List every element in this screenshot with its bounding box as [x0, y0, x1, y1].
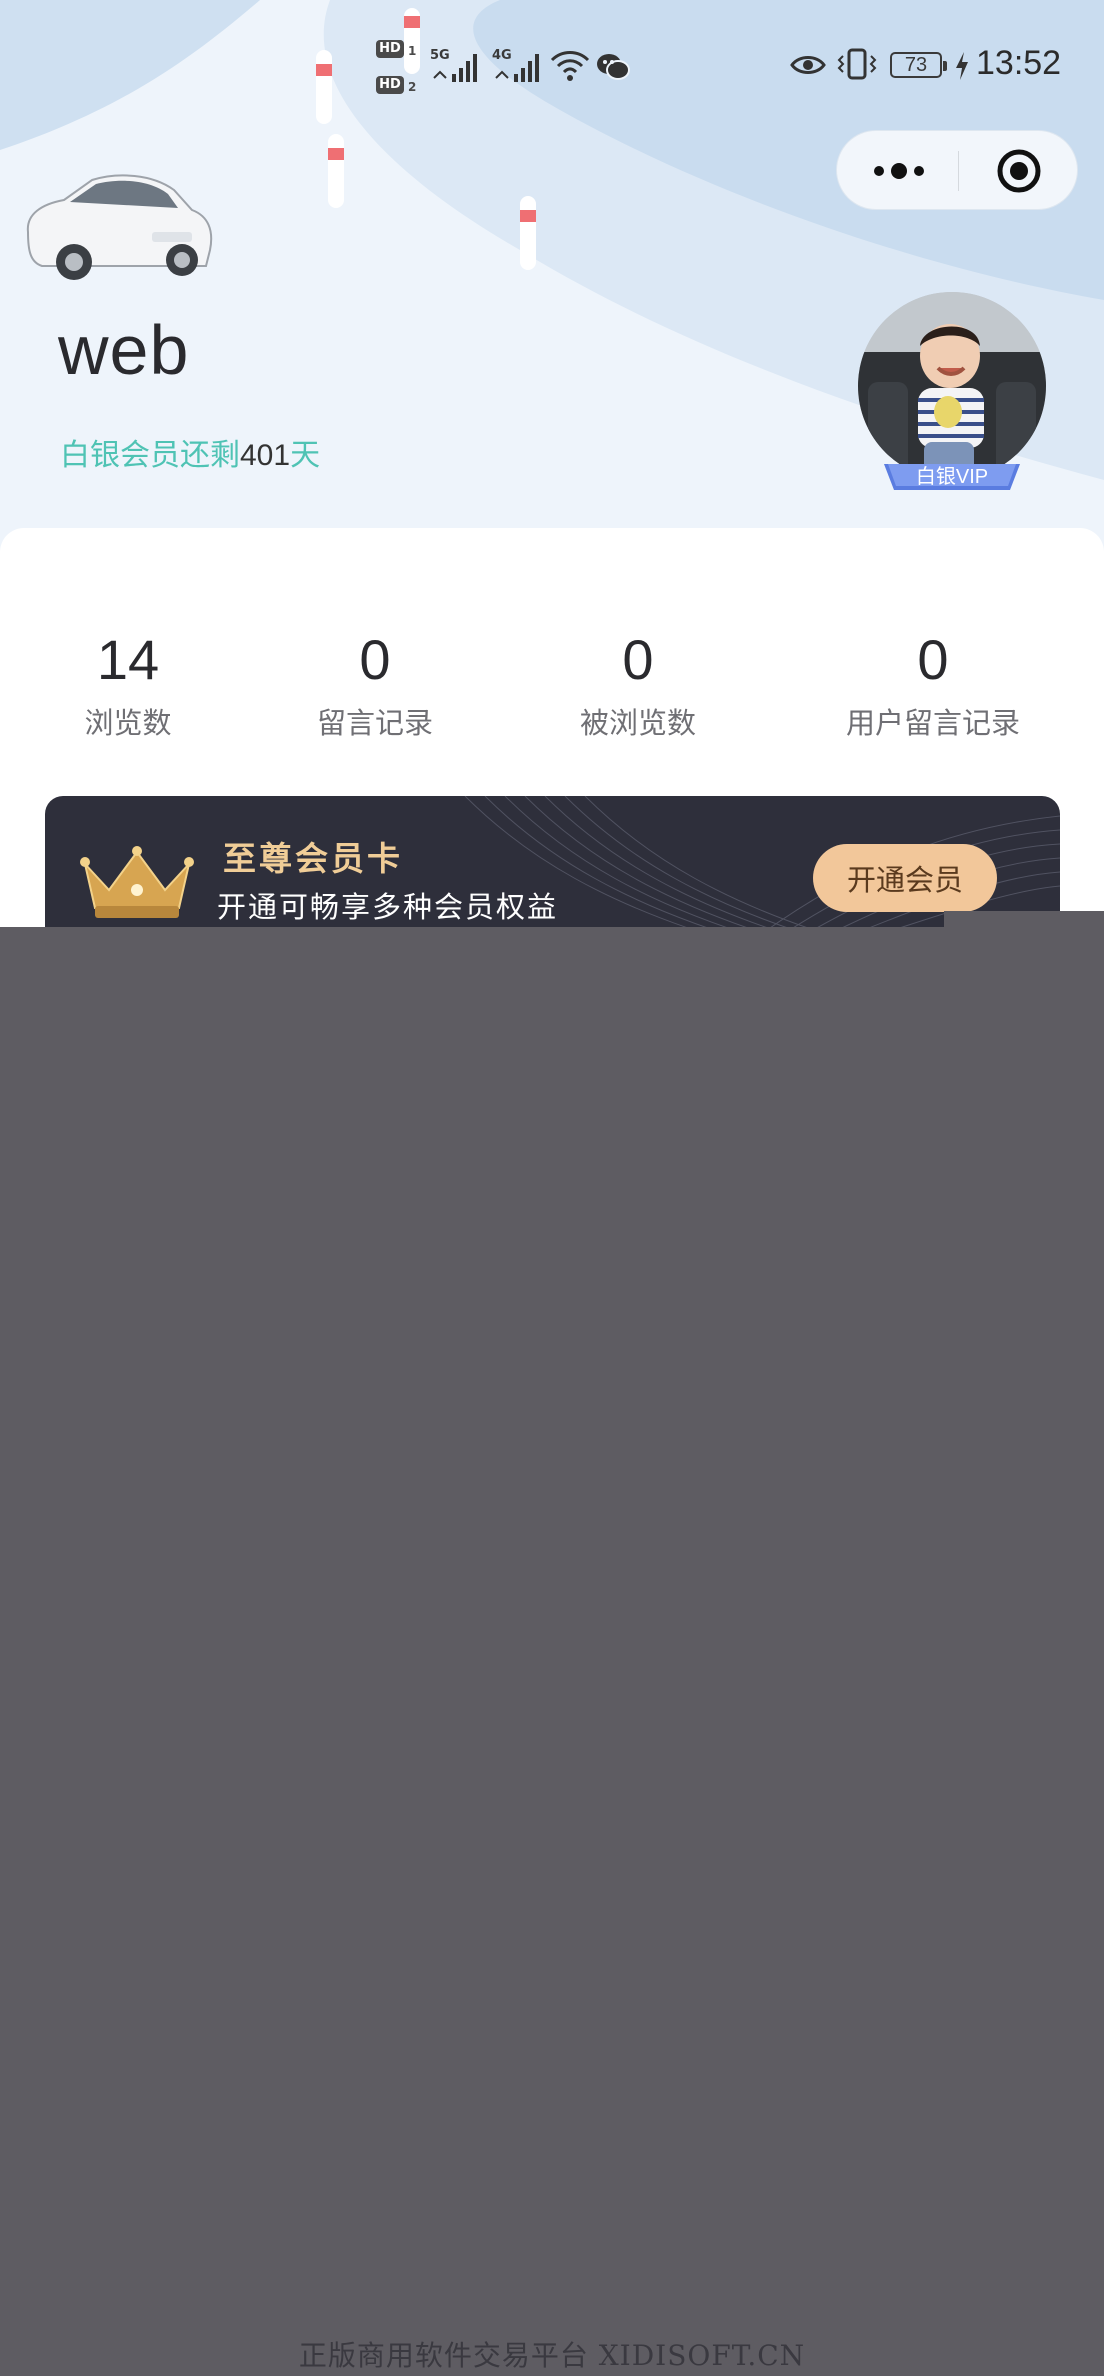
signal2-icon — [495, 54, 539, 82]
stat-label: 被浏览数 — [579, 706, 696, 740]
crown-icon — [80, 846, 194, 918]
avatar-photo — [858, 292, 1046, 480]
hd2-badge: HD — [376, 76, 404, 94]
vibrate-icon — [837, 48, 877, 80]
stat-views[interactable]: 14 浏览数 — [68, 628, 188, 742]
stat-label: 留言记录 — [316, 706, 433, 740]
status-bar: HD 1 HD 2 5G 4G 73 13:52 — [0, 0, 1104, 130]
vip-badge: 白银VIP — [915, 466, 989, 488]
vip-days: 401 — [240, 439, 291, 472]
signal1-icon — [433, 54, 477, 82]
status-time: 13:52 — [976, 44, 1062, 82]
stat-value: 0 — [622, 628, 654, 691]
battery-indicator: 73 — [890, 52, 947, 78]
wifi-icon — [550, 51, 590, 81]
hd2-sub: 2 — [408, 80, 417, 94]
charging-icon — [956, 52, 968, 80]
target-icon[interactable] — [997, 149, 1041, 193]
stat-label: 浏览数 — [84, 706, 172, 740]
wechat-icon — [597, 54, 630, 80]
card-subtitle: 开通可畅享多种会员权益 — [217, 890, 559, 924]
eye-icon — [790, 56, 826, 74]
card-title: 至尊会员卡 — [223, 839, 403, 878]
capsule-divider — [958, 151, 959, 191]
stat-value: 0 — [917, 628, 949, 691]
stat-value: 0 — [359, 628, 391, 691]
vip-prefix: 白银会员还剩 — [60, 438, 240, 473]
username: web — [58, 311, 190, 389]
avatar[interactable] — [858, 292, 1046, 480]
profile-header: HD 1 HD 2 5G 4G 73 13:52 web 白银会员还剩401天 … — [0, 0, 1104, 560]
member-card[interactable]: 至尊会员卡 开通可畅享多种会员权益 开通会员 — [45, 796, 1060, 946]
stat-user-messages[interactable]: 0 用户留言记录 — [828, 628, 1038, 742]
miniprogram-capsule — [836, 130, 1078, 210]
more-icon[interactable] — [869, 151, 929, 191]
hd1-badge: HD — [376, 40, 404, 58]
vip-remaining: 白银会员还剩401天 — [60, 430, 320, 474]
hd1-sub: 1 — [408, 44, 417, 58]
modal-overlay[interactable] — [0, 927, 1104, 2376]
stat-label: 用户留言记录 — [845, 706, 1020, 740]
watermark: 正版商用软件交易平台 XIDISOFT.CN — [298, 2339, 806, 2372]
vip-suffix: 天 — [290, 438, 321, 473]
stat-viewed[interactable]: 0 被浏览数 — [563, 628, 713, 742]
stat-value: 14 — [96, 628, 160, 691]
stat-messages[interactable]: 0 留言记录 — [300, 628, 450, 742]
open-membership-button[interactable]: 开通会员 — [813, 844, 997, 912]
